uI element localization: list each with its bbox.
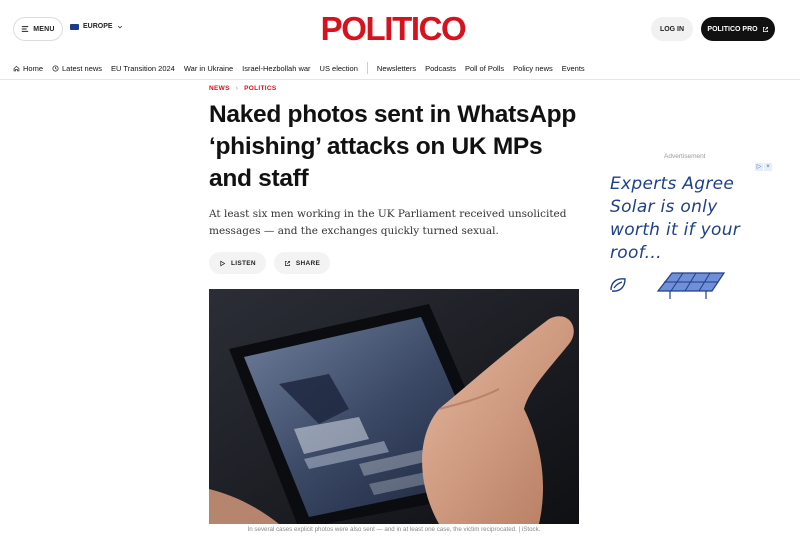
nav-item-label: War in Ukraine bbox=[183, 63, 234, 73]
nav-item-us-election[interactable]: US election bbox=[320, 64, 358, 73]
nav-item-label: Events bbox=[561, 63, 585, 73]
top-header: MENU EUROPE POLITICO LOG IN POLITICO PRO bbox=[0, 0, 800, 56]
nav-item-label: Latest news bbox=[62, 63, 103, 73]
nav-item-label: Home bbox=[23, 63, 44, 73]
article-headline: Naked photos sent in WhatsApp ‘phishing’… bbox=[209, 101, 576, 192]
play-icon bbox=[220, 260, 226, 266]
eu-flag-icon bbox=[70, 23, 79, 30]
menu-label: MENU bbox=[33, 25, 55, 33]
nav-item-podcasts[interactable]: Podcasts bbox=[425, 64, 456, 73]
edition-selector[interactable]: EUROPE bbox=[70, 23, 123, 30]
breadcrumb-news-link[interactable]: NEWS bbox=[209, 85, 230, 92]
leaf-logo-icon bbox=[610, 278, 626, 292]
nav-item-events[interactable]: Events bbox=[562, 64, 585, 73]
nav-item-latest-news[interactable]: Latest news bbox=[52, 64, 102, 73]
breadcrumb-politics-link[interactable]: POLITICS bbox=[244, 85, 276, 92]
nav-item-label: Podcasts bbox=[425, 63, 456, 73]
menu-icon bbox=[22, 26, 29, 32]
chevron-down-icon bbox=[117, 25, 122, 28]
ad-choices-controls[interactable]: ▷ × bbox=[755, 163, 772, 171]
listen-button[interactable]: LISTEN bbox=[209, 252, 266, 274]
nav-item-label: Newsletters bbox=[376, 63, 417, 73]
nav-item-poll-of-polls[interactable]: Poll of Polls bbox=[465, 64, 504, 73]
nav-item-label: US election bbox=[319, 63, 358, 73]
login-button[interactable]: LOG IN bbox=[651, 17, 693, 41]
hand-holding-phone-image bbox=[209, 289, 579, 524]
politico-logo[interactable]: POLITICO bbox=[318, 11, 468, 47]
breadcrumb-separator: › bbox=[235, 85, 239, 92]
article-dek: At least six men working in the UK Parli… bbox=[209, 208, 567, 237]
nav-item-label: EU Transition 2024 bbox=[111, 63, 175, 73]
image-caption: In several cases explicit photos were al… bbox=[247, 526, 541, 533]
article-hero-image bbox=[209, 289, 579, 524]
nav-item-label: Policy news bbox=[513, 63, 553, 73]
home-icon bbox=[13, 65, 20, 71]
nav-item-label: Poll of Polls bbox=[464, 63, 505, 73]
solar-panel-icon bbox=[656, 272, 726, 299]
nav-item-israel-hezbollah[interactable]: Israel-Hezbollah war bbox=[242, 64, 310, 73]
main-navigation: Home Latest news EU Transition 2024 War … bbox=[0, 57, 800, 80]
nav-item-eu-transition[interactable]: EU Transition 2024 bbox=[111, 64, 175, 73]
nav-item-newsletters[interactable]: Newsletters bbox=[377, 64, 416, 73]
listen-label: LISTEN bbox=[231, 259, 256, 267]
nav-item-war-in-ukraine[interactable]: War in Ukraine bbox=[184, 64, 233, 73]
ad-info-icon[interactable]: ▷ bbox=[755, 163, 763, 171]
share-label: SHARE bbox=[295, 259, 321, 267]
external-link-icon bbox=[762, 26, 768, 32]
politico-pro-button[interactable]: POLITICO PRO bbox=[701, 17, 775, 41]
clock-icon bbox=[52, 64, 59, 72]
advertisement-banner[interactable]: ▷ × Experts Agree Solar is only worth it… bbox=[604, 163, 772, 303]
nav-item-home[interactable]: Home bbox=[13, 64, 43, 73]
politico-pro-label: POLITICO PRO bbox=[707, 25, 758, 33]
menu-button[interactable]: MENU bbox=[13, 17, 63, 41]
ad-handwritten-text: Experts Agree Solar is only worth it if … bbox=[610, 174, 741, 263]
nav-item-label: Israel-Hezbollah war bbox=[242, 63, 311, 73]
advertisement-label: Advertisement bbox=[664, 153, 706, 160]
article-actions: LISTEN SHARE bbox=[209, 252, 331, 274]
share-icon bbox=[284, 260, 290, 266]
edition-label: EUROPE bbox=[83, 23, 113, 30]
breadcrumb: NEWS › POLITICS bbox=[209, 85, 277, 92]
share-button[interactable]: SHARE bbox=[273, 252, 331, 274]
ad-close-icon[interactable]: × bbox=[764, 163, 772, 171]
nav-divider bbox=[366, 62, 368, 74]
nav-item-policy-news[interactable]: Policy news bbox=[513, 64, 553, 73]
